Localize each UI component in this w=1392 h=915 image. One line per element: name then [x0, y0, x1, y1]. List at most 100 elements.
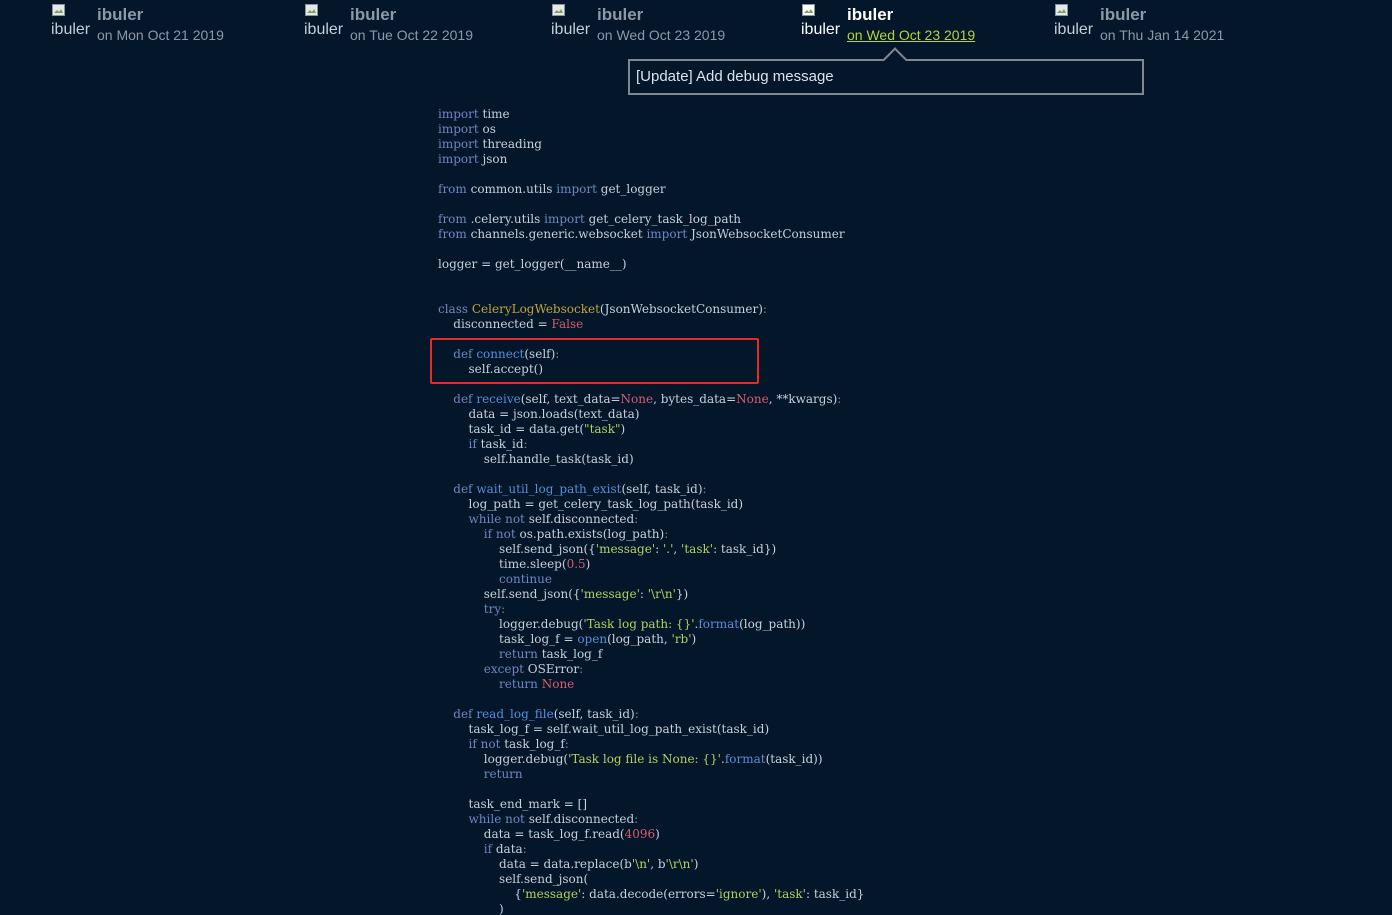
commit-date[interactable]: on Wed Oct 23 2019: [597, 26, 725, 44]
code-line: from channels.generic.websocket import J…: [438, 227, 864, 242]
code-token: None: [620, 392, 654, 406]
avatar-alt-text: ibuler: [304, 21, 344, 38]
commit-date[interactable]: on Mon Oct 21 2019: [97, 26, 224, 44]
code-line: if task_id:: [438, 437, 864, 452]
code-line: def wait_util_log_path_exist(self, task_…: [438, 482, 864, 497]
code-token: task_end_mark = []: [438, 797, 588, 811]
code-token: 'message': [580, 587, 640, 601]
code-token: task_id: [476, 437, 524, 451]
code-line: if not task_log_f:: [438, 737, 864, 752]
avatar-alt-text: ibuler: [1054, 21, 1094, 38]
code-token: task_log_f = self.wait_util_log_path_exi…: [438, 722, 770, 736]
code-token: def: [453, 392, 473, 406]
code-line: from common.utils import get_logger: [438, 182, 864, 197]
code-line: self.send_json(: [438, 872, 864, 887]
code-line: try:: [438, 602, 864, 617]
code-token: ): [585, 557, 591, 571]
code-line: time.sleep(0.5): [438, 557, 864, 572]
code-token: 'Task log file is None: {}': [568, 752, 721, 766]
code-token: :: [522, 842, 527, 856]
broken-image-icon: [52, 4, 65, 16]
code-line: data = data.replace(b'\n', b'\r\n'): [438, 857, 864, 872]
code-line: while not self.disconnected:: [438, 512, 864, 527]
code-token: import: [646, 227, 688, 241]
code-token: ): [691, 632, 697, 646]
code-line: return None: [438, 677, 864, 692]
code-token: : task_id}): [713, 542, 777, 556]
commit-date[interactable]: on Thu Jan 14 2021: [1100, 26, 1224, 44]
code-line: return task_log_f: [438, 647, 864, 662]
code-token: , b: [650, 857, 666, 871]
code-view: import time import os import threading impo…: [438, 107, 864, 915]
code-token: data: [492, 842, 523, 856]
code-token: get_logger: [596, 182, 666, 196]
commit-date-link[interactable]: on Wed Oct 23 2019: [847, 26, 975, 44]
code-token: format: [724, 752, 766, 766]
code-token: data = data.replace(b: [438, 857, 632, 871]
avatar[interactable]: ibuler: [51, 4, 95, 44]
code-token: (self, task_id): [553, 707, 635, 721]
avatar[interactable]: ibuler: [551, 4, 595, 44]
code-token: '.': [662, 542, 674, 556]
code-token: 'message': [521, 887, 582, 901]
code-token: 'message': [595, 542, 656, 556]
avatar-alt-text: ibuler: [51, 21, 91, 38]
code-line: self.send_json({'message': '.', 'task': …: [438, 542, 864, 557]
code-line: data = json.loads(text_data): [438, 407, 864, 422]
code-token: def: [453, 707, 473, 721]
code-token: ): [655, 827, 660, 841]
code-line: import time: [438, 107, 864, 122]
code-token: read_log_file: [476, 707, 554, 721]
code-token: :: [837, 392, 842, 406]
broken-image-icon: [305, 4, 318, 16]
code-token: (task_id)): [765, 752, 823, 766]
commit-date[interactable]: on Tue Oct 22 2019: [350, 26, 473, 44]
code-token: get_celery_task_log_path: [584, 212, 742, 226]
code-token: self.handle_task(task_id): [438, 452, 634, 466]
avatar[interactable]: ibuler: [304, 4, 348, 44]
avatar[interactable]: ibuler: [801, 4, 845, 44]
code-token: (self, task_id): [621, 482, 703, 496]
code-token: return: [483, 767, 523, 781]
code-token: :: [555, 347, 560, 361]
code-line: def connect(self):: [438, 347, 864, 362]
code-line: def receive(self, text_data=None, bytes_…: [438, 392, 864, 407]
code-line: def read_log_file(self, task_id):: [438, 707, 864, 722]
code-token: receive: [476, 392, 521, 406]
code-token: data = json.loads(text_data): [438, 407, 640, 421]
code-token: 'task': [773, 887, 806, 901]
code-token: None: [736, 392, 769, 406]
code-line: while not self.disconnected:: [438, 812, 864, 827]
code-token: '\n': [631, 857, 651, 871]
avatar[interactable]: ibuler: [1054, 4, 1098, 44]
code-token: import: [544, 212, 585, 226]
code-line: class CeleryLogWebsocket(JsonWebsocketCo…: [438, 302, 864, 317]
code-token: def: [453, 482, 473, 496]
code-token: :: [702, 482, 707, 496]
avatar-alt-text: ibuler: [801, 21, 841, 38]
code-token: ),: [761, 887, 774, 901]
code-line: logger.debug('Task log file is None: {}'…: [438, 752, 864, 767]
code-token: 0.5: [566, 557, 586, 571]
code-line: ): [438, 902, 864, 915]
code-token: (log_path)): [739, 617, 806, 631]
code-line: import threading: [438, 137, 864, 152]
code-token: threading: [478, 137, 542, 151]
code-token: :: [634, 707, 639, 721]
code-token: def: [453, 347, 473, 361]
code-token: :: [501, 602, 506, 616]
code-token: from: [438, 182, 467, 196]
code-token: :: [762, 302, 767, 316]
code-token: from: [438, 212, 467, 226]
code-token: }): [675, 587, 689, 601]
